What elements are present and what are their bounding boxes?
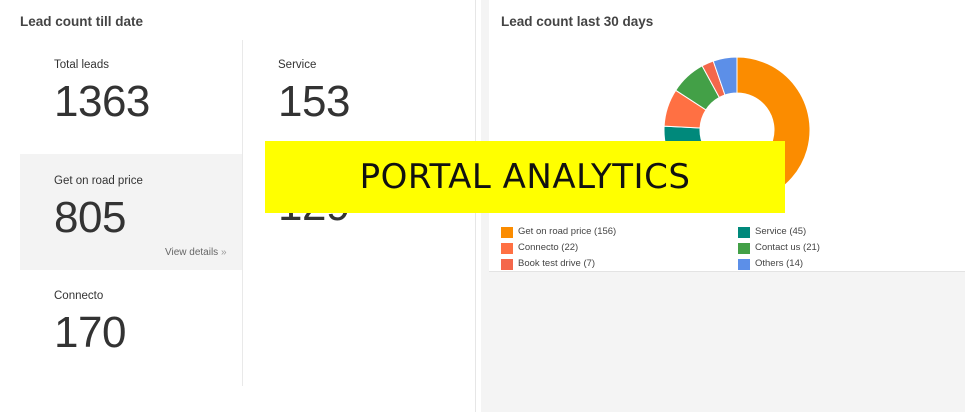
legend-swatch [738, 258, 750, 270]
legend-item-book-test-drive[interactable]: Book test drive (7) [501, 258, 595, 270]
stat-value: 153 [278, 77, 350, 126]
legend-label: Contact us (21) [755, 242, 820, 253]
stat-get-on-road-price: Get on road price 805 [54, 175, 143, 243]
stat-label: Total leads [54, 59, 109, 71]
view-details-label: View details [165, 247, 219, 258]
legend-swatch [501, 242, 513, 254]
legend-swatch [738, 226, 750, 238]
stat-label: Get on road price [54, 175, 143, 187]
legend-swatch [738, 242, 750, 254]
panel-title: Lead count till date [20, 14, 144, 29]
legend-swatch [501, 258, 513, 270]
column-divider [242, 40, 243, 386]
legend-item-contact-us[interactable]: Contact us (21) [738, 242, 820, 254]
chart-card: Lead count last 30 days Get on road pric… [489, 0, 965, 272]
double-chevron-right-icon: » [220, 247, 227, 258]
legend-item-others[interactable]: Others (14) [738, 258, 803, 270]
legend-item-service[interactable]: Service (45) [738, 226, 806, 238]
legend-label: Service (45) [755, 226, 807, 237]
view-details-link[interactable]: View details » [165, 247, 227, 258]
legend-label: Connecto (22) [518, 242, 579, 253]
legend-label: Book test drive (7) [518, 258, 596, 269]
stat-label: Service [278, 59, 317, 71]
stat-service: Service 153 [278, 59, 350, 127]
portal-analytics-banner: PORTAL ANALYTICS [265, 141, 785, 213]
stat-value: 170 [54, 308, 126, 357]
stat-value: 1363 [54, 77, 150, 126]
legend-label: Get on road price (156) [518, 226, 617, 237]
banner-text: PORTAL ANALYTICS [359, 157, 691, 197]
legend-label: Others (14) [755, 258, 804, 269]
stat-value: 805 [54, 193, 126, 242]
stat-total-leads: Total leads 1363 [54, 59, 150, 127]
legend-item-connecto[interactable]: Connecto (22) [501, 242, 578, 254]
legend-item-get-on-road-price[interactable]: Get on road price (156) [501, 226, 616, 238]
stat-label: Connecto [54, 290, 104, 302]
stat-connecto: Connecto 170 [54, 290, 126, 358]
legend-swatch [501, 226, 513, 238]
